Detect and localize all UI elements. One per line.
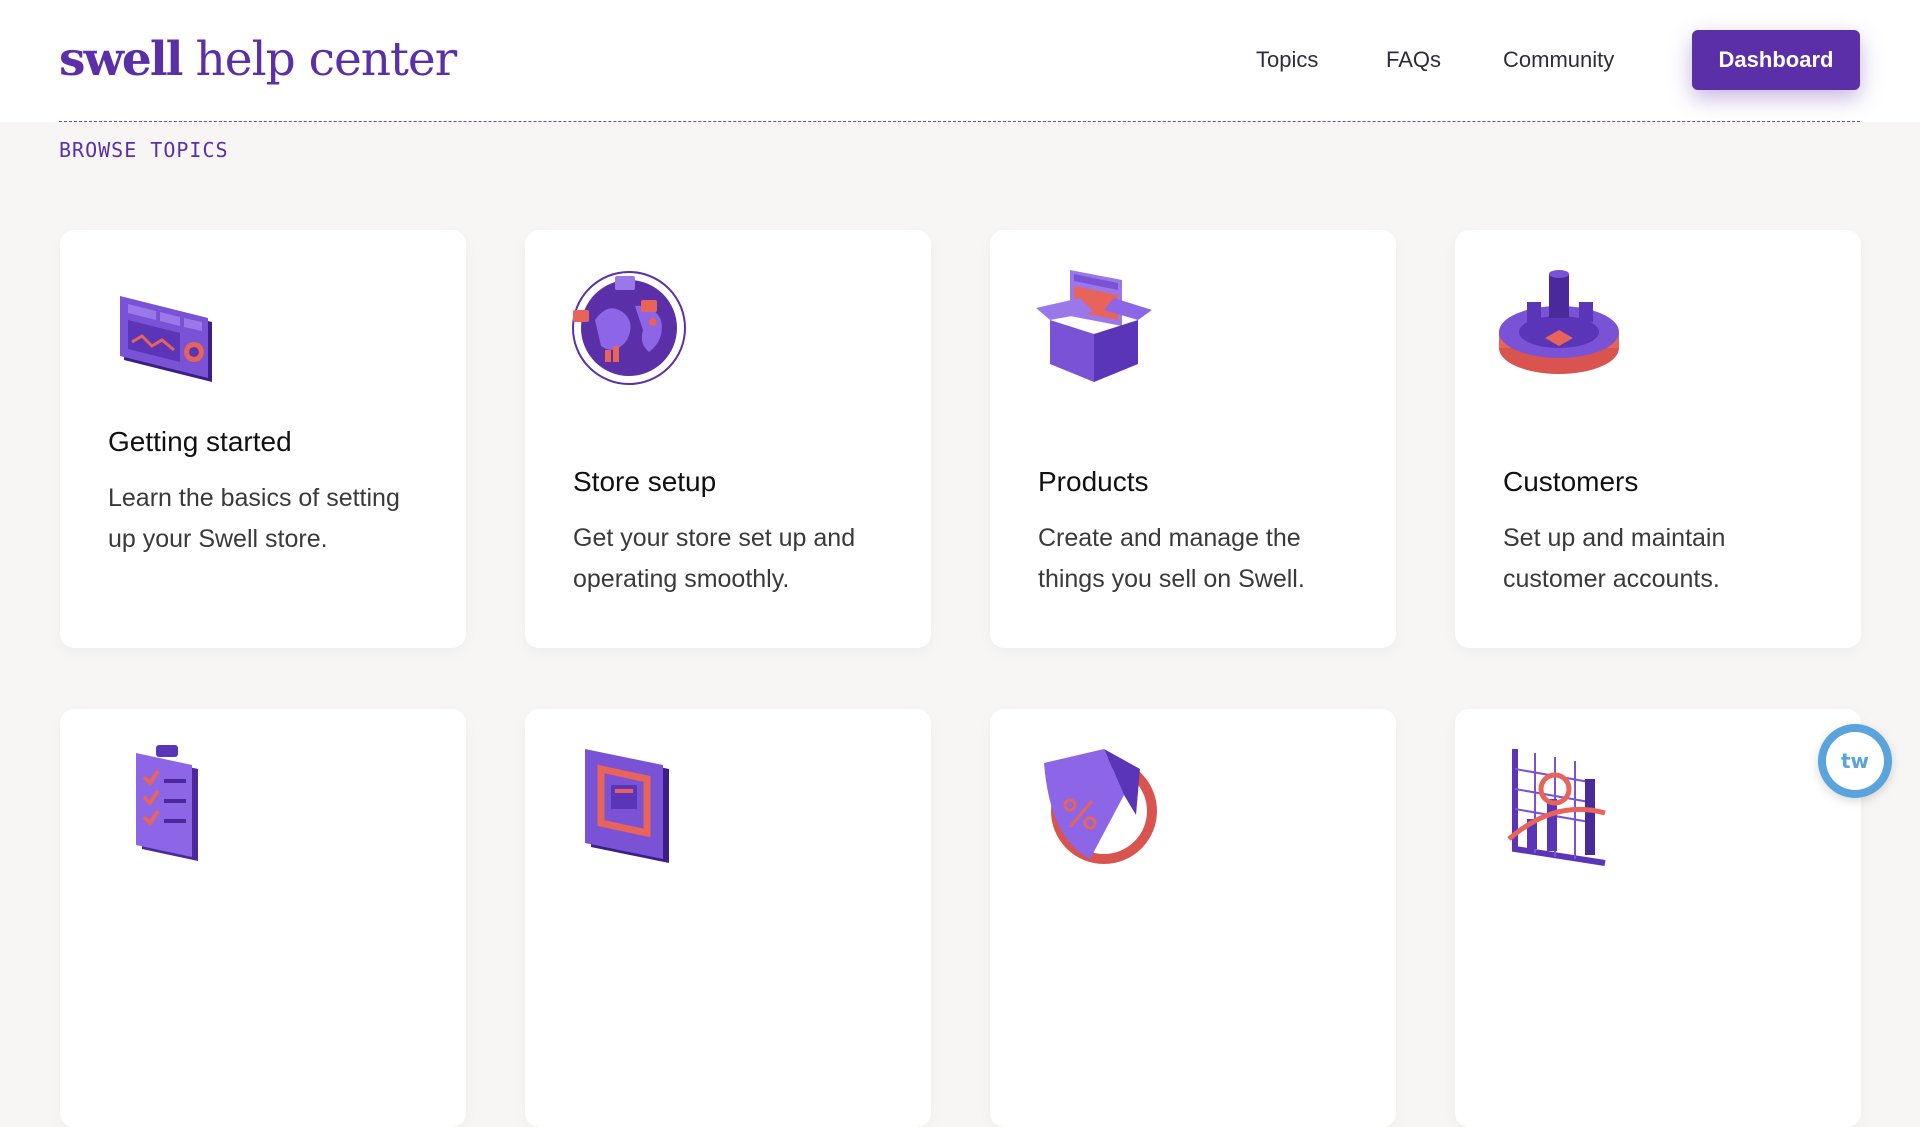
header-divider xyxy=(59,121,1860,122)
card-title: Store setup xyxy=(573,466,717,497)
card-title: Getting started xyxy=(108,426,292,457)
nav-topics[interactable]: Topics xyxy=(1256,44,1318,76)
dashboard-button[interactable]: Dashboard xyxy=(1692,30,1860,90)
card-title: Customers xyxy=(1503,466,1639,497)
card-description: Get your store set up and operating smoo… xyxy=(573,524,856,593)
customer-platform-icon xyxy=(1499,270,1619,374)
dashboard-screen-icon xyxy=(120,296,212,382)
topic-card-customers[interactable]: Customers Set up and maintain customer a… xyxy=(1455,230,1861,648)
topic-card-store-setup[interactable]: Store setup Get your store set up and op… xyxy=(525,230,931,648)
section-label: BROWSE TOPICS xyxy=(59,138,229,162)
topic-card-orders[interactable] xyxy=(60,709,466,1127)
site-header: swell help center Topics FAQs Community … xyxy=(0,0,1920,122)
site-logo[interactable]: swell help center xyxy=(59,28,457,92)
topic-card-products[interactable]: Products Create and manage the things yo… xyxy=(990,230,1396,648)
logo-brand: swell xyxy=(59,32,184,87)
card-title: Products xyxy=(1038,466,1149,497)
chat-widget-button[interactable]: tw xyxy=(1818,724,1892,798)
analytics-chart-icon xyxy=(1507,749,1606,866)
nav-community[interactable]: Community xyxy=(1503,44,1614,76)
logo-text: help center xyxy=(181,32,457,87)
discount-tag-icon xyxy=(1044,749,1157,864)
topic-card-getting-started[interactable]: Getting started Learn the basics of sett… xyxy=(60,230,466,648)
chat-icon: tw xyxy=(1826,732,1884,790)
clipboard-checklist-icon xyxy=(136,745,198,861)
card-description: Create and manage the things you sell on… xyxy=(1038,524,1305,593)
topic-card-reports[interactable] xyxy=(1455,709,1861,1127)
nav-faqs[interactable]: FAQs xyxy=(1386,44,1441,76)
product-box-icon xyxy=(1036,270,1152,382)
sync-window-icon xyxy=(585,749,669,863)
topic-card-subscriptions[interactable] xyxy=(525,709,931,1127)
globe-icon xyxy=(572,271,686,385)
card-description: Set up and maintain customer accounts. xyxy=(1503,524,1726,593)
topic-card-promotions[interactable] xyxy=(990,709,1396,1127)
card-description: Learn the basics of setting up your Swel… xyxy=(108,484,400,553)
